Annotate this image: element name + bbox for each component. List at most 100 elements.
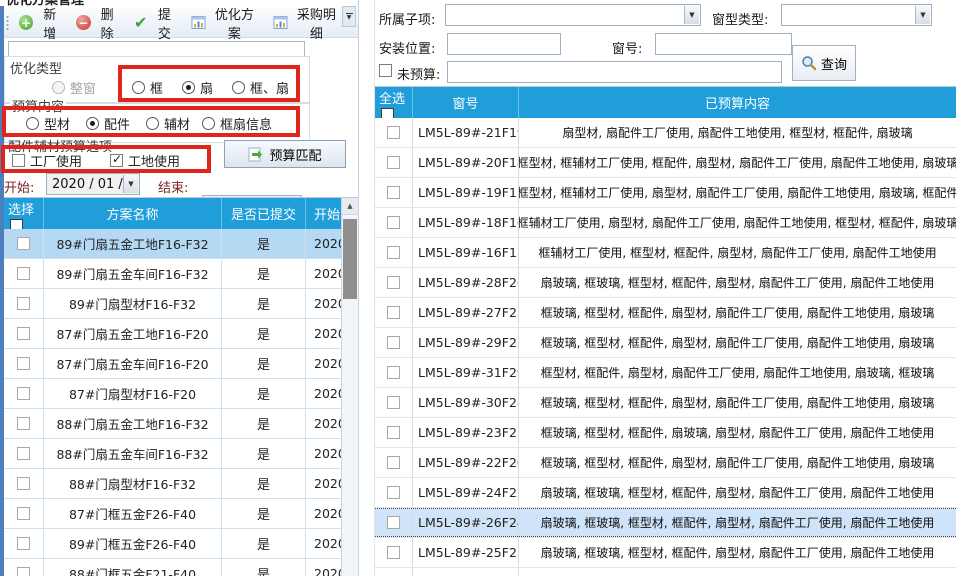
radio-frame[interactable]: 框 <box>132 78 163 97</box>
panel-splitter[interactable] <box>358 0 375 576</box>
radio-frame-sash[interactable]: 框、扇 <box>232 78 289 97</box>
plan-table-row[interactable]: 87#门扇五金车间F16-F20 是 2020/0 <box>4 349 341 379</box>
budget-table-row[interactable]: LM5L-89#-22F20 框玻璃, 框型材, 框配件, 扇型材, 扇配件工厂… <box>375 448 956 478</box>
start-date-picker[interactable]: 2020 / 01 / 1 ▼ <box>46 173 140 195</box>
plan-table-row[interactable]: 88#门扇五金工地F16-F32 是 2020/0 <box>4 409 341 439</box>
plan-table-row[interactable]: 89#门扇型材F16-F32 是 2020/0 <box>4 289 341 319</box>
optimize-plan-button[interactable]: 优化方案 <box>186 1 264 45</box>
sub-item-select[interactable]: ▼ <box>445 4 701 26</box>
query-button[interactable]: 查询 <box>792 45 856 81</box>
row-checkbox[interactable] <box>387 366 400 379</box>
radio-profile[interactable]: 型材 <box>26 114 70 133</box>
row-checkbox[interactable] <box>17 327 30 340</box>
window-no: LM5L-89#-27F25 <box>418 305 519 320</box>
budget-table-row[interactable]: LM5L-89#-25F23 扇玻璃, 框玻璃, 框型材, 框配件, 扇型材, … <box>375 538 956 568</box>
row-select-cell <box>375 148 413 177</box>
budget-table-row[interactable]: LM5L-89#-18F16 框辅材工厂使用, 扇型材, 扇配件工厂使用, 扇配… <box>375 208 956 238</box>
row-checkbox[interactable] <box>387 126 400 139</box>
row-checkbox[interactable] <box>387 426 400 439</box>
submit-button[interactable]: ✔ 提交 <box>129 1 182 45</box>
delete-button[interactable]: − 删除 <box>71 1 124 45</box>
row-select-cell <box>375 268 413 297</box>
plan-table-row[interactable]: 87#门扇五金工地F16-F20 是 2020/0 <box>4 319 341 349</box>
budget-table-row[interactable]: LM5L-89#-26F24 扇玻璃, 框玻璃, 框型材, 框配件, 扇型材, … <box>375 508 956 538</box>
chevron-down-icon[interactable]: ▼ <box>915 6 930 24</box>
row-checkbox[interactable] <box>17 237 30 250</box>
plan-name-cell: 88#门扇五金工地F16-F32 <box>44 409 222 438</box>
start-date-cell: 2020/0 <box>306 379 341 408</box>
radio-sash[interactable]: 扇 <box>182 78 213 97</box>
window-type-select[interactable]: ▼ <box>781 4 932 26</box>
radio-frame-sash-info[interactable]: 框扇信息 <box>202 114 272 133</box>
budget-table-row[interactable]: LM5L-89#-28F26 扇玻璃, 框玻璃, 框型材, 框配件, 扇型材, … <box>375 268 956 298</box>
toolbar-overflow-button[interactable]: ▼ <box>342 6 356 27</box>
plan-table-header: 选择 方案名称 是否已提交 开始 <box>4 198 341 229</box>
row-checkbox[interactable] <box>17 297 30 310</box>
budget-match-button[interactable]: 预算匹配 <box>224 140 346 168</box>
row-checkbox[interactable] <box>387 336 400 349</box>
row-select-cell <box>4 529 44 558</box>
row-checkbox[interactable] <box>17 387 30 400</box>
plan-table-row[interactable]: 88#门扇型材F16-F32 是 2020/0 <box>4 469 341 499</box>
select-all-checkbox[interactable] <box>381 108 394 118</box>
chevron-down-icon[interactable]: ▼ <box>123 175 138 193</box>
plan-table-row[interactable]: 88#门框五金F21-F40 是 2020/0 <box>4 559 341 576</box>
window-no-input[interactable] <box>655 33 792 55</box>
budget-table-row[interactable]: LM5L-89#-23F21 框玻璃, 框型材, 框配件, 扇玻璃, 扇型材, … <box>375 418 956 448</box>
radio-auxiliary[interactable]: 辅材 <box>146 114 190 133</box>
row-checkbox[interactable] <box>17 477 30 490</box>
row-checkbox[interactable] <box>17 417 30 430</box>
row-checkbox[interactable] <box>387 246 400 259</box>
radio-whole-window[interactable]: 整窗 <box>52 78 96 97</box>
select-all-checkbox[interactable] <box>10 219 23 229</box>
budget-table-row[interactable]: LM5L-89#-29F27 框玻璃, 框型材, 框配件, 扇型材, 扇配件工厂… <box>375 328 956 358</box>
chevron-down-icon[interactable]: ▼ <box>684 6 699 24</box>
row-checkbox[interactable] <box>387 396 400 409</box>
unbudgeted-checkbox[interactable] <box>379 64 392 77</box>
row-checkbox[interactable] <box>387 156 400 169</box>
row-checkbox[interactable] <box>17 507 30 520</box>
install-position-input[interactable] <box>447 33 561 55</box>
budget-table-row[interactable]: LM5L-89#-30F28 框玻璃, 框型材, 框配件, 扇型材, 扇配件工厂… <box>375 388 956 418</box>
row-checkbox[interactable] <box>387 276 400 289</box>
unbudgeted-input[interactable] <box>447 61 782 83</box>
window-no-cell: LM5L-89#-18F16 <box>413 208 519 237</box>
row-checkbox[interactable] <box>387 546 400 559</box>
row-checkbox[interactable] <box>387 456 400 469</box>
budget-table-row[interactable]: LM5L-89#-20F18 框型材, 框辅材工厂使用, 框配件, 扇型材, 扇… <box>375 148 956 178</box>
budget-table-row[interactable]: LM5L-89#-24F22 扇玻璃, 框玻璃, 框型材, 框配件, 扇型材, … <box>375 478 956 508</box>
plan-table-scrollbar[interactable]: ▲ <box>341 198 358 576</box>
budget-table-row[interactable]: LM5L-89#-16F15 框辅材工厂使用, 框型材, 框配件, 扇型材, 扇… <box>375 238 956 268</box>
row-checkbox[interactable] <box>387 306 400 319</box>
row-checkbox[interactable] <box>387 516 400 529</box>
row-checkbox[interactable] <box>17 447 30 460</box>
row-checkbox[interactable] <box>17 537 30 550</box>
scroll-up-arrow-icon[interactable]: ▲ <box>342 198 358 215</box>
checkbox-site-use[interactable]: 工地使用 <box>110 151 180 170</box>
row-checkbox[interactable] <box>17 567 30 576</box>
row-checkbox[interactable] <box>17 267 30 280</box>
budget-table-row[interactable]: LM5L-89#-27F25 框玻璃, 框型材, 框配件, 扇型材, 扇配件工厂… <box>375 298 956 328</box>
budget-table-row[interactable]: LM5L-89#-19F17 框型材, 框辅材工厂使用, 扇型材, 扇配件工厂使… <box>375 178 956 208</box>
start-date-label: 开始: <box>4 177 34 196</box>
toolbar-grip-handle[interactable] <box>6 15 9 31</box>
row-checkbox[interactable] <box>387 186 400 199</box>
row-checkbox[interactable] <box>17 357 30 370</box>
plan-table-row[interactable]: 88#门扇五金车间F16-F32 是 2020/0 <box>4 439 341 469</box>
scrollbar-thumb[interactable] <box>343 219 357 299</box>
checkbox-factory-use[interactable]: 工厂使用 <box>12 151 82 170</box>
budget-table-row[interactable]: LM5L-89#-31F29 框型材, 框配件, 扇型材, 扇配件工厂使用, 扇… <box>375 358 956 388</box>
plan-table-row[interactable]: 87#门扇型材F16-F20 是 2020/0 <box>4 379 341 409</box>
row-select-cell <box>375 508 413 537</box>
budget-table-row[interactable]: LM5L-89#-21F19 扇型材, 扇配件工厂使用, 扇配件工地使用, 框型… <box>375 118 956 148</box>
plan-submitted: 是 <box>257 384 270 403</box>
radio-accessory[interactable]: 配件 <box>86 114 130 133</box>
plan-table-row[interactable]: 89#门框五金F26-F40 是 2020/0 <box>4 529 341 559</box>
window-no-cell: LM5L-89#-26F24 <box>413 508 519 537</box>
plan-table-row[interactable]: 89#门扇五金车间F16-F32 是 2020/0 <box>4 259 341 289</box>
plan-table-row[interactable]: 87#门框五金F26-F40 是 2020/0 <box>4 499 341 529</box>
plan-table-row[interactable]: 89#门扇五金工地F16-F32 是 2020/0 <box>4 229 341 259</box>
row-checkbox[interactable] <box>387 486 400 499</box>
add-button[interactable]: + 新增 <box>14 1 67 45</box>
row-checkbox[interactable] <box>387 216 400 229</box>
